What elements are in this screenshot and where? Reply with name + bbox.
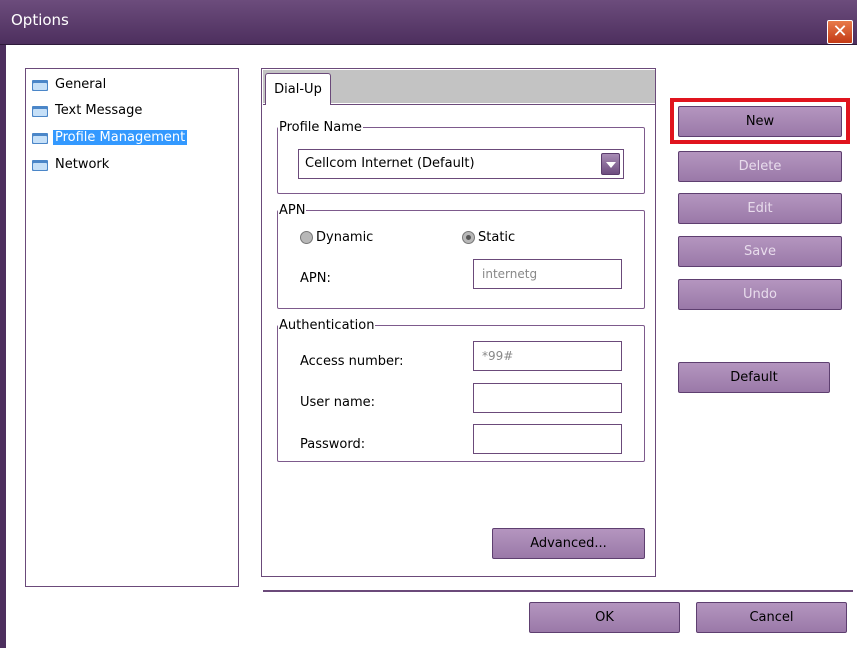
- static-radio[interactable]: Static: [462, 230, 515, 245]
- save-button[interactable]: Save: [678, 236, 842, 267]
- access-number-input[interactable]: [474, 342, 621, 370]
- authentication-legend: Authentication: [279, 318, 375, 333]
- tree-item-label: Text Message: [55, 103, 143, 118]
- profile-select[interactable]: Cellcom Internet (Default): [298, 149, 624, 179]
- close-button[interactable]: ✕: [827, 20, 853, 44]
- window-frame-edge: [0, 45, 6, 648]
- user-name-input[interactable]: [474, 384, 621, 412]
- apn-label: APN:: [300, 271, 331, 286]
- profile-name-legend: Profile Name: [279, 120, 362, 135]
- tree-item-label: General: [55, 77, 107, 92]
- folder-icon: [32, 159, 48, 171]
- tree-item-label: Network: [55, 157, 110, 172]
- apn-field[interactable]: [473, 259, 622, 289]
- advanced-button[interactable]: Advanced...: [492, 528, 645, 559]
- default-button-label: Default: [730, 370, 778, 385]
- tree-item-general[interactable]: General: [32, 75, 108, 94]
- user-name-label: User name:: [300, 395, 376, 410]
- folder-icon: [32, 79, 48, 91]
- access-number-label: Access number:: [300, 354, 404, 369]
- options-tree: General Text Message Profile Management …: [25, 68, 239, 587]
- title-bar: Options ✕: [0, 0, 857, 45]
- ok-button-label: OK: [595, 610, 614, 625]
- ok-button[interactable]: OK: [529, 602, 680, 633]
- dynamic-radio-label: Dynamic: [316, 230, 374, 245]
- profile-select-value: Cellcom Internet (Default): [305, 156, 475, 171]
- window-title: Options: [11, 11, 69, 29]
- advanced-button-label: Advanced...: [530, 536, 607, 551]
- undo-button-label: Undo: [743, 287, 777, 302]
- close-icon: ✕: [832, 21, 848, 42]
- user-name-field[interactable]: [473, 383, 622, 413]
- default-button[interactable]: Default: [678, 362, 830, 393]
- delete-button-label: Delete: [738, 159, 782, 174]
- cancel-button[interactable]: Cancel: [696, 602, 847, 633]
- edit-button[interactable]: Edit: [678, 193, 842, 224]
- chevron-down-icon[interactable]: [601, 153, 620, 175]
- access-number-field[interactable]: [473, 341, 622, 371]
- radio-unchecked-icon: [300, 231, 313, 244]
- undo-button[interactable]: Undo: [678, 279, 842, 310]
- save-button-label: Save: [744, 244, 776, 259]
- new-button[interactable]: New: [678, 106, 842, 137]
- password-input[interactable]: [474, 425, 621, 453]
- cancel-button-label: Cancel: [749, 610, 794, 625]
- apn-legend: APN: [279, 203, 306, 218]
- tree-item-text-message[interactable]: Text Message: [32, 101, 144, 120]
- apn-input[interactable]: [474, 260, 621, 288]
- tab-dial-up[interactable]: Dial-Up: [265, 73, 331, 105]
- folder-icon: [32, 105, 48, 117]
- tab-label: Dial-Up: [274, 82, 322, 97]
- open-folder-icon: [32, 132, 48, 144]
- delete-button[interactable]: Delete: [678, 151, 842, 182]
- new-button-label: New: [745, 114, 775, 129]
- bottom-separator: [263, 590, 853, 592]
- static-radio-label: Static: [478, 230, 516, 245]
- dynamic-radio[interactable]: Dynamic: [300, 230, 373, 245]
- edit-button-label: Edit: [747, 201, 773, 216]
- apn-group: APN: [277, 203, 645, 309]
- tree-item-profile-management[interactable]: Profile Management: [32, 128, 188, 147]
- password-label: Password:: [300, 437, 366, 452]
- tree-item-network[interactable]: Network: [32, 155, 111, 174]
- tree-item-label: Profile Management: [53, 130, 188, 145]
- radio-checked-icon: [462, 231, 475, 244]
- password-field[interactable]: [473, 424, 622, 454]
